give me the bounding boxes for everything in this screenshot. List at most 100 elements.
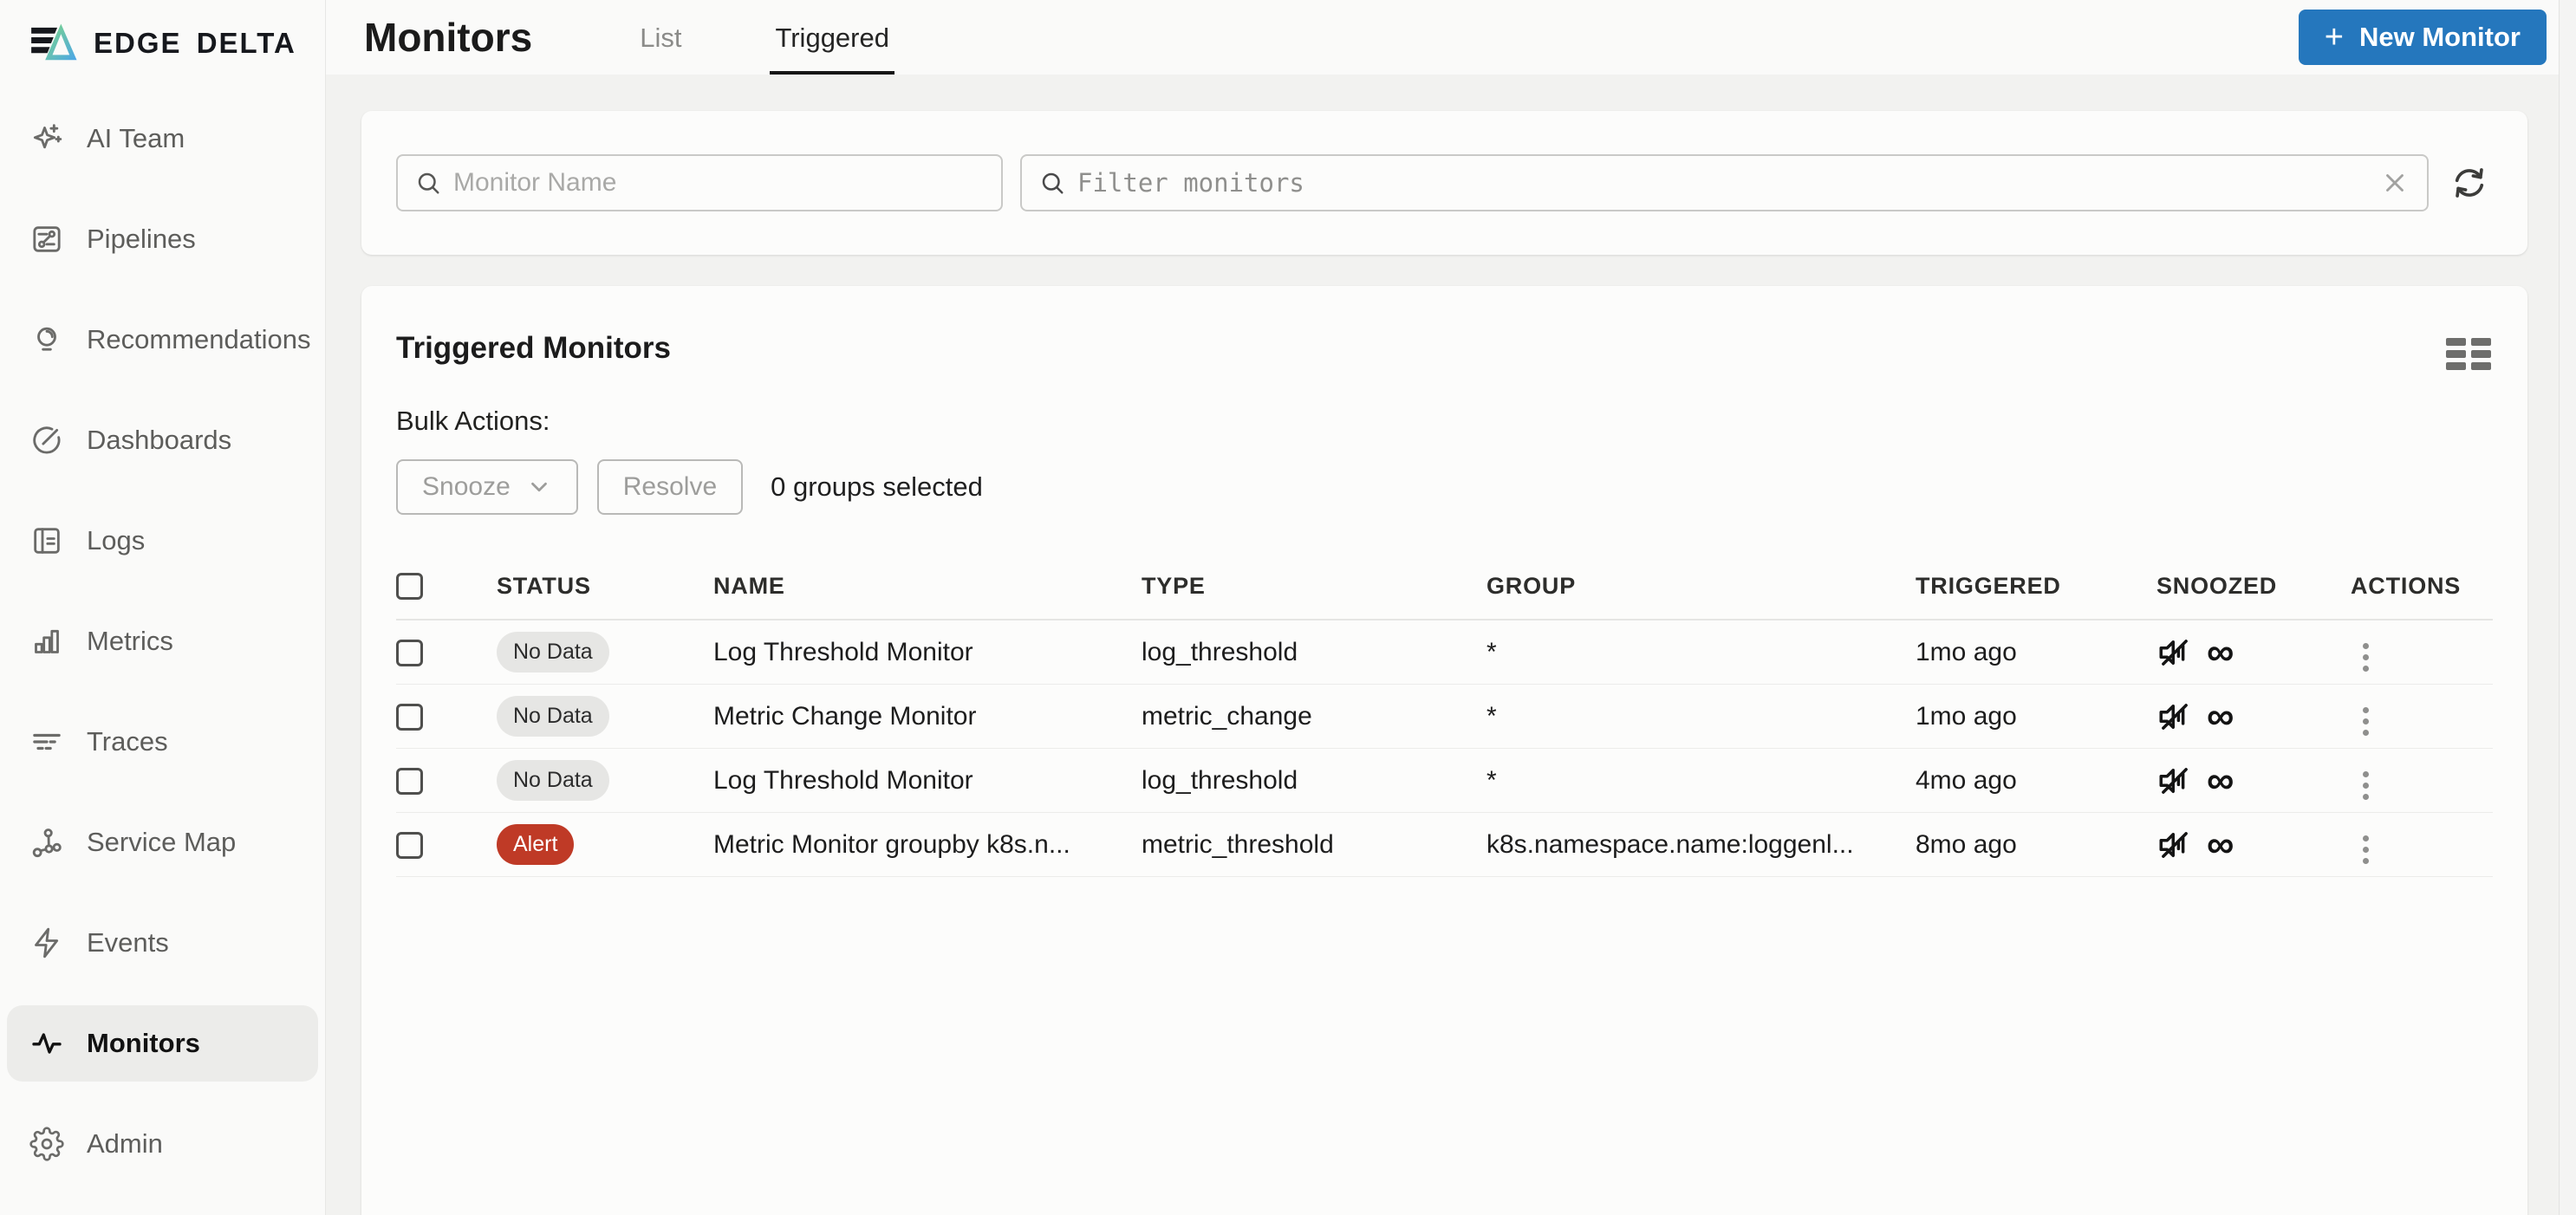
- sidebar-item-label: Pipelines: [87, 224, 196, 254]
- sidebar-item-traces[interactable]: Traces: [7, 704, 318, 780]
- sidebar-item-recommendations[interactable]: Recommendations: [7, 302, 318, 378]
- lightning-icon: [35, 927, 59, 958]
- tab-triggered[interactable]: Triggered: [770, 0, 894, 75]
- monitor-type: metric_threshold: [1142, 812, 1486, 878]
- search-icon: [418, 172, 439, 194]
- sidebar-item-label: Service Map: [87, 827, 237, 857]
- row-checkbox[interactable]: [396, 640, 423, 667]
- monitor-triggered: 1mo ago: [1916, 684, 2156, 750]
- col-group: GROUP: [1486, 551, 1916, 621]
- col-snoozed: SNOOZED: [2156, 551, 2351, 621]
- table-row[interactable]: Alert Metric Monitor groupby k8s.n... me…: [396, 812, 2493, 878]
- sidebar-item-ai-team[interactable]: AI Team: [7, 101, 318, 177]
- main-area: Monitors List Triggered + New Monitor Mo…: [326, 0, 2576, 1215]
- sidebar-item-dashboards[interactable]: Dashboards: [7, 402, 318, 478]
- view-tabs: List Triggered: [634, 0, 894, 75]
- bar-chart-icon: [35, 629, 59, 653]
- refresh-button[interactable]: [2446, 159, 2493, 206]
- sidebar-item-metrics[interactable]: Metrics: [7, 603, 318, 679]
- col-triggered: TRIGGERED: [1916, 551, 2156, 621]
- col-status: STATUS: [497, 551, 713, 621]
- mute-icon: [2159, 832, 2188, 858]
- gear-icon: [29, 1127, 64, 1161]
- lightbulb-icon: [37, 327, 56, 351]
- table-view-icon[interactable]: [2446, 338, 2491, 370]
- status-badge: No Data: [497, 696, 609, 737]
- sidebar-item-label: Metrics: [87, 626, 173, 656]
- sidebar-item-logs[interactable]: Logs: [7, 503, 318, 579]
- app-root: EDGE DELTA AI Team Pipelines Recommendat…: [0, 0, 2576, 1215]
- topbar: Monitors List Triggered + New Monitor: [326, 0, 2576, 75]
- infinity-icon: ∞: [2207, 694, 2234, 737]
- sidebar-item-events[interactable]: Events: [7, 905, 318, 981]
- monitors-table: STATUS NAME TYPE GROUP TRIGGERED SNOOZED…: [396, 551, 2493, 878]
- content: Triggered Monitors Bulk Actions: Snooze …: [326, 75, 2576, 1215]
- scrollbar[interactable]: [2559, 0, 2576, 1215]
- row-actions-menu[interactable]: [2351, 700, 2381, 743]
- filter-bar: [361, 111, 2527, 255]
- monitor-type: log_threshold: [1142, 620, 1486, 685]
- bulk-actions-row: Snooze Resolve 0 groups selected: [396, 459, 2493, 515]
- table-row[interactable]: No Data Log Threshold Monitor log_thresh…: [396, 748, 2493, 814]
- new-monitor-label: New Monitor: [2359, 22, 2521, 52]
- search-icon: [1042, 172, 1064, 194]
- row-checkbox[interactable]: [396, 832, 423, 860]
- monitor-name: Metric Change Monitor: [713, 684, 1142, 750]
- table-row[interactable]: No Data Log Threshold Monitor log_thresh…: [396, 620, 2493, 685]
- monitor-name-input[interactable]: [453, 168, 984, 198]
- row-actions-menu[interactable]: [2351, 828, 2381, 871]
- sidebar-item-admin[interactable]: Admin: [7, 1106, 318, 1182]
- sidebar-item-label: AI Team: [87, 123, 185, 153]
- sidebar-item-label: Monitors: [87, 1028, 200, 1058]
- mute-icon: [2159, 640, 2188, 666]
- sidebar-nav: AI Team Pipelines Recommendations Dashbo…: [0, 81, 325, 1206]
- monitor-type: log_threshold: [1142, 748, 1486, 814]
- brand-name: EDGE DELTA: [94, 27, 296, 59]
- filter-monitors-input[interactable]: [1077, 168, 2368, 198]
- sidebar-item-service-map[interactable]: Service Map: [7, 804, 318, 880]
- brand-logo: EDGE DELTA: [0, 0, 325, 81]
- sidebar-item-monitors[interactable]: Monitors: [7, 1005, 318, 1082]
- status-badge: Alert: [497, 824, 575, 866]
- selection-count: 0 groups selected: [771, 471, 983, 502]
- page-title: Monitors: [364, 15, 533, 60]
- resolve-label: Resolve: [622, 472, 718, 501]
- sidebar-item-label: Dashboards: [87, 425, 232, 455]
- row-checkbox[interactable]: [396, 768, 423, 796]
- monitor-triggered: 8mo ago: [1916, 812, 2156, 878]
- new-monitor-button[interactable]: + New Monitor: [2298, 10, 2547, 65]
- mute-icon: [2159, 768, 2188, 794]
- infinity-icon: ∞: [2207, 630, 2234, 673]
- plus-icon: +: [2324, 19, 2344, 55]
- sidebar-item-pipelines[interactable]: Pipelines: [7, 201, 318, 277]
- clear-filter-icon[interactable]: [2380, 168, 2410, 198]
- col-name: NAME: [713, 551, 1142, 621]
- table-row[interactable]: No Data Metric Change Monitor metric_cha…: [396, 684, 2493, 750]
- table-header-row: STATUS NAME TYPE GROUP TRIGGERED SNOOZED…: [396, 551, 2493, 621]
- monitor-group: *: [1486, 684, 1916, 750]
- col-actions: ACTIONS: [2351, 551, 2493, 621]
- monitor-group: *: [1486, 620, 1916, 685]
- refresh-icon: [2455, 168, 2484, 198]
- select-all-checkbox[interactable]: [396, 573, 423, 601]
- filter-monitors-field: [1020, 154, 2429, 211]
- monitor-name: Log Threshold Monitor: [713, 620, 1142, 685]
- monitor-name-field: [396, 154, 1003, 211]
- chevron-down-icon: [530, 482, 547, 492]
- resolve-button[interactable]: Resolve: [596, 459, 744, 515]
- sidebar-item-label: Admin: [87, 1128, 163, 1159]
- row-actions-menu[interactable]: [2351, 636, 2381, 679]
- edge-delta-logo-icon: [31, 23, 77, 61]
- monitor-name: Log Threshold Monitor: [713, 748, 1142, 814]
- mute-icon: [2159, 704, 2188, 730]
- tab-list[interactable]: List: [634, 0, 686, 75]
- row-checkbox[interactable]: [396, 704, 423, 731]
- status-badge: No Data: [497, 760, 609, 802]
- sidebar-item-label: Recommendations: [87, 324, 311, 354]
- snooze-button[interactable]: Snooze: [396, 459, 578, 515]
- monitor-name: Metric Monitor groupby k8s.n...: [713, 812, 1142, 878]
- row-actions-menu[interactable]: [2351, 764, 2381, 807]
- logs-icon: [34, 528, 60, 554]
- service-map-icon: [32, 828, 62, 858]
- pulse-icon: [32, 1033, 62, 1054]
